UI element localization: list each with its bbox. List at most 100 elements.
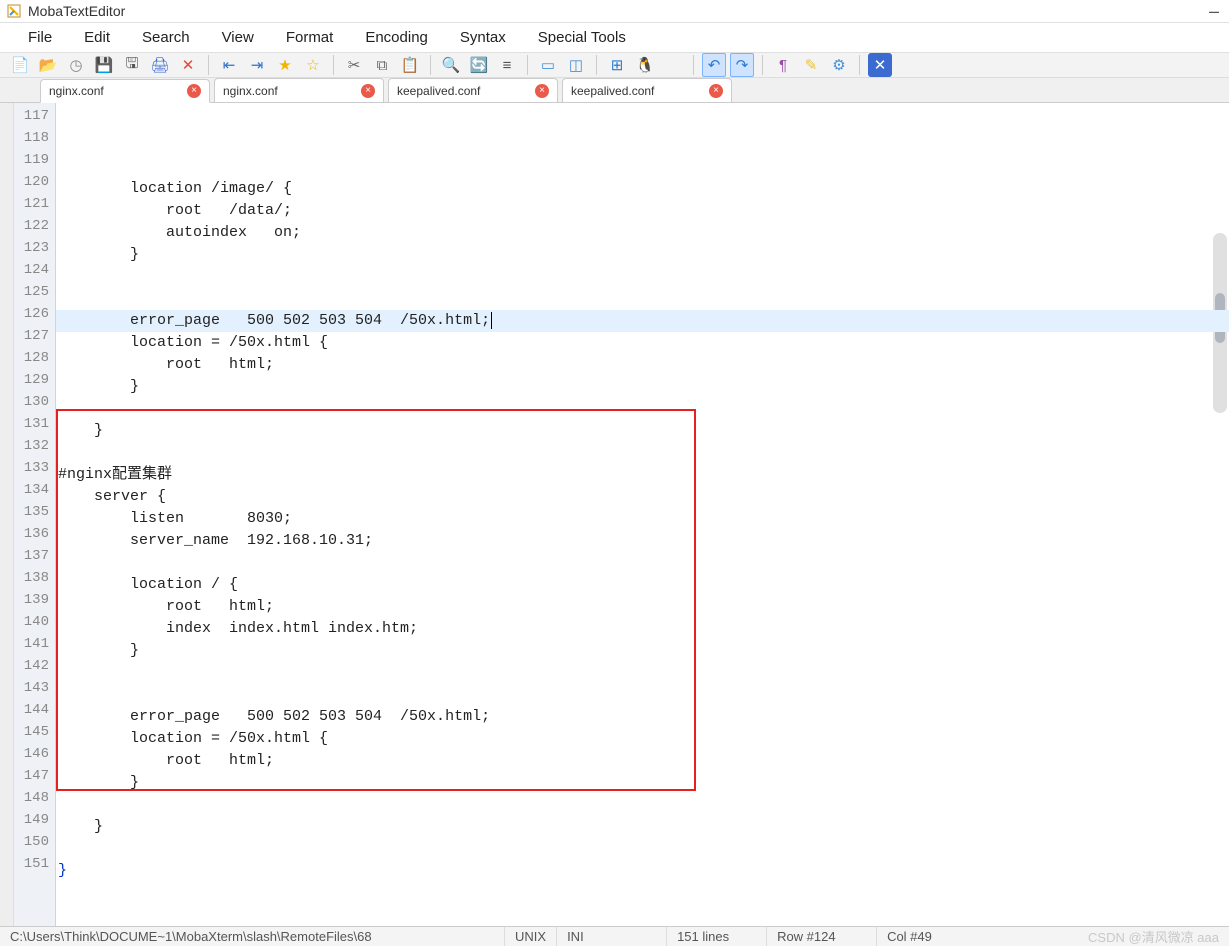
toolbar-separator xyxy=(762,55,763,75)
code-line[interactable] xyxy=(56,882,1229,904)
line-number: 141 xyxy=(14,633,55,655)
code-line[interactable] xyxy=(56,398,1229,420)
code-line[interactable]: error_page 500 502 503 504 /50x.html; xyxy=(56,310,1229,332)
code-line[interactable] xyxy=(56,442,1229,464)
find-replace-icon[interactable]: 🔄 xyxy=(467,53,491,77)
settings-icon[interactable]: ⚙ xyxy=(827,53,851,77)
code-line[interactable]: root /data/; xyxy=(56,200,1229,222)
code-line[interactable]: } xyxy=(56,816,1229,838)
code-line[interactable] xyxy=(56,552,1229,574)
exit-icon[interactable]: ✕ xyxy=(868,53,892,77)
save-all-icon[interactable]: 🖫 xyxy=(120,53,144,77)
editor: 1171181191201211221231241251261271281291… xyxy=(0,103,1229,926)
code-line[interactable] xyxy=(56,266,1229,288)
code-line[interactable]: location = /50x.html { xyxy=(56,332,1229,354)
line-number: 145 xyxy=(14,721,55,743)
history-icon[interactable]: ◷ xyxy=(64,53,88,77)
copy-icon[interactable]: ⧉ xyxy=(370,53,394,77)
tab-close-icon[interactable]: × xyxy=(187,84,201,98)
code-line[interactable]: root html; xyxy=(56,354,1229,376)
tab-label: keepalived.conf xyxy=(571,84,654,98)
new-file-icon[interactable]: 📄 xyxy=(8,53,32,77)
bookmark-add-icon[interactable]: ★ xyxy=(273,53,297,77)
open-folder-icon[interactable]: 📂 xyxy=(36,53,60,77)
tab-3[interactable]: keepalived.conf × xyxy=(562,78,732,102)
window-minimize[interactable]: – xyxy=(1209,1,1223,22)
menu-syntax[interactable]: Syntax xyxy=(444,23,522,52)
save-icon[interactable]: 💾 xyxy=(92,53,116,77)
code-line[interactable]: root html; xyxy=(56,750,1229,772)
indent-icon[interactable]: ⇥ xyxy=(245,53,269,77)
code-line[interactable]: } xyxy=(56,244,1229,266)
line-number: 144 xyxy=(14,699,55,721)
menu-special-tools[interactable]: Special Tools xyxy=(522,23,642,52)
paste-icon[interactable]: 📋 xyxy=(398,53,422,77)
menu-search[interactable]: Search xyxy=(126,23,206,52)
line-number: 121 xyxy=(14,193,55,215)
code-line[interactable]: index index.html index.htm; xyxy=(56,618,1229,640)
code-line[interactable]: server { xyxy=(56,486,1229,508)
menu-encoding[interactable]: Encoding xyxy=(349,23,444,52)
line-number: 128 xyxy=(14,347,55,369)
line-number: 148 xyxy=(14,787,55,809)
line-number: 129 xyxy=(14,369,55,391)
mac-icon[interactable] xyxy=(661,53,685,77)
code-line[interactable]: } xyxy=(56,376,1229,398)
tab-0[interactable]: nginx.conf× xyxy=(40,79,210,103)
tab-close-icon[interactable]: × xyxy=(361,84,375,98)
redo-icon[interactable]: ↷ xyxy=(730,53,754,77)
menu-edit[interactable]: Edit xyxy=(68,23,126,52)
outdent-icon[interactable]: ⇤ xyxy=(217,53,241,77)
find-icon[interactable]: 🔍 xyxy=(439,53,463,77)
code-line[interactable] xyxy=(56,838,1229,860)
highlight-icon[interactable]: ✎ xyxy=(799,53,823,77)
line-number: 130 xyxy=(14,391,55,413)
cut-icon[interactable]: ✂ xyxy=(342,53,366,77)
show-symbols-icon[interactable]: ¶ xyxy=(771,53,795,77)
tab-close-icon[interactable]: × xyxy=(709,84,723,98)
code-line[interactable]: error_page 500 502 503 504 /50x.html; xyxy=(56,706,1229,728)
line-number: 139 xyxy=(14,589,55,611)
print-icon[interactable]: 🖨 xyxy=(148,53,172,77)
code-line[interactable] xyxy=(56,288,1229,310)
windows-icon[interactable]: ⊞ xyxy=(605,53,629,77)
tab-strip: nginx.conf×nginx.conf×keepalived.conf×ke… xyxy=(0,78,1229,103)
linux-icon[interactable]: 🐧 xyxy=(633,53,657,77)
code-line[interactable]: autoindex on; xyxy=(56,222,1229,244)
line-number: 138 xyxy=(14,567,55,589)
tab-1[interactable]: nginx.conf× xyxy=(214,78,384,102)
code-line[interactable]: listen 8030; xyxy=(56,508,1229,530)
select-all-icon[interactable]: ◫ xyxy=(564,53,588,77)
code-line[interactable]: location /image/ { xyxy=(56,178,1229,200)
code-line[interactable]: } xyxy=(56,420,1229,442)
watermark: CSDN @清风微凉 aaa xyxy=(1078,927,1229,946)
line-number: 133 xyxy=(14,457,55,479)
code-line[interactable]: location = /50x.html { xyxy=(56,728,1229,750)
code-line[interactable]: root html; xyxy=(56,596,1229,618)
toolbar: 📄📂◷💾🖫🖨✕⇤⇥★☆✂⧉📋🔍🔄≡▭◫⊞🐧↶↷¶✎⚙✕ xyxy=(0,52,1229,78)
tab-2[interactable]: keepalived.conf× xyxy=(388,78,558,102)
code-line[interactable]: location / { xyxy=(56,574,1229,596)
select-word-icon[interactable]: ▭ xyxy=(536,53,560,77)
code-line[interactable] xyxy=(56,684,1229,706)
undo-icon[interactable]: ↶ xyxy=(702,53,726,77)
close-icon[interactable]: ✕ xyxy=(176,53,200,77)
menu-file[interactable]: File xyxy=(12,23,68,52)
code-line[interactable]: #nginx配置集群 xyxy=(56,464,1229,486)
code-area[interactable]: location /image/ { root /data/; autoinde… xyxy=(56,103,1229,926)
line-gutter: 1171181191201211221231241251261271281291… xyxy=(14,103,56,926)
code-line[interactable]: server_name 192.168.10.31; xyxy=(56,530,1229,552)
menu-view[interactable]: View xyxy=(206,23,270,52)
code-line[interactable]: } xyxy=(56,860,1229,882)
app-icon xyxy=(6,3,22,19)
goto-icon[interactable]: ≡ xyxy=(495,53,519,77)
tab-close-icon[interactable]: × xyxy=(535,84,549,98)
code-line[interactable] xyxy=(56,662,1229,684)
code-line[interactable] xyxy=(56,794,1229,816)
code-line[interactable]: } xyxy=(56,772,1229,794)
code-line[interactable] xyxy=(56,156,1229,178)
code-line[interactable]: } xyxy=(56,640,1229,662)
menu-format[interactable]: Format xyxy=(270,23,350,52)
bookmark-next-icon[interactable]: ☆ xyxy=(301,53,325,77)
code-line[interactable] xyxy=(56,904,1229,926)
